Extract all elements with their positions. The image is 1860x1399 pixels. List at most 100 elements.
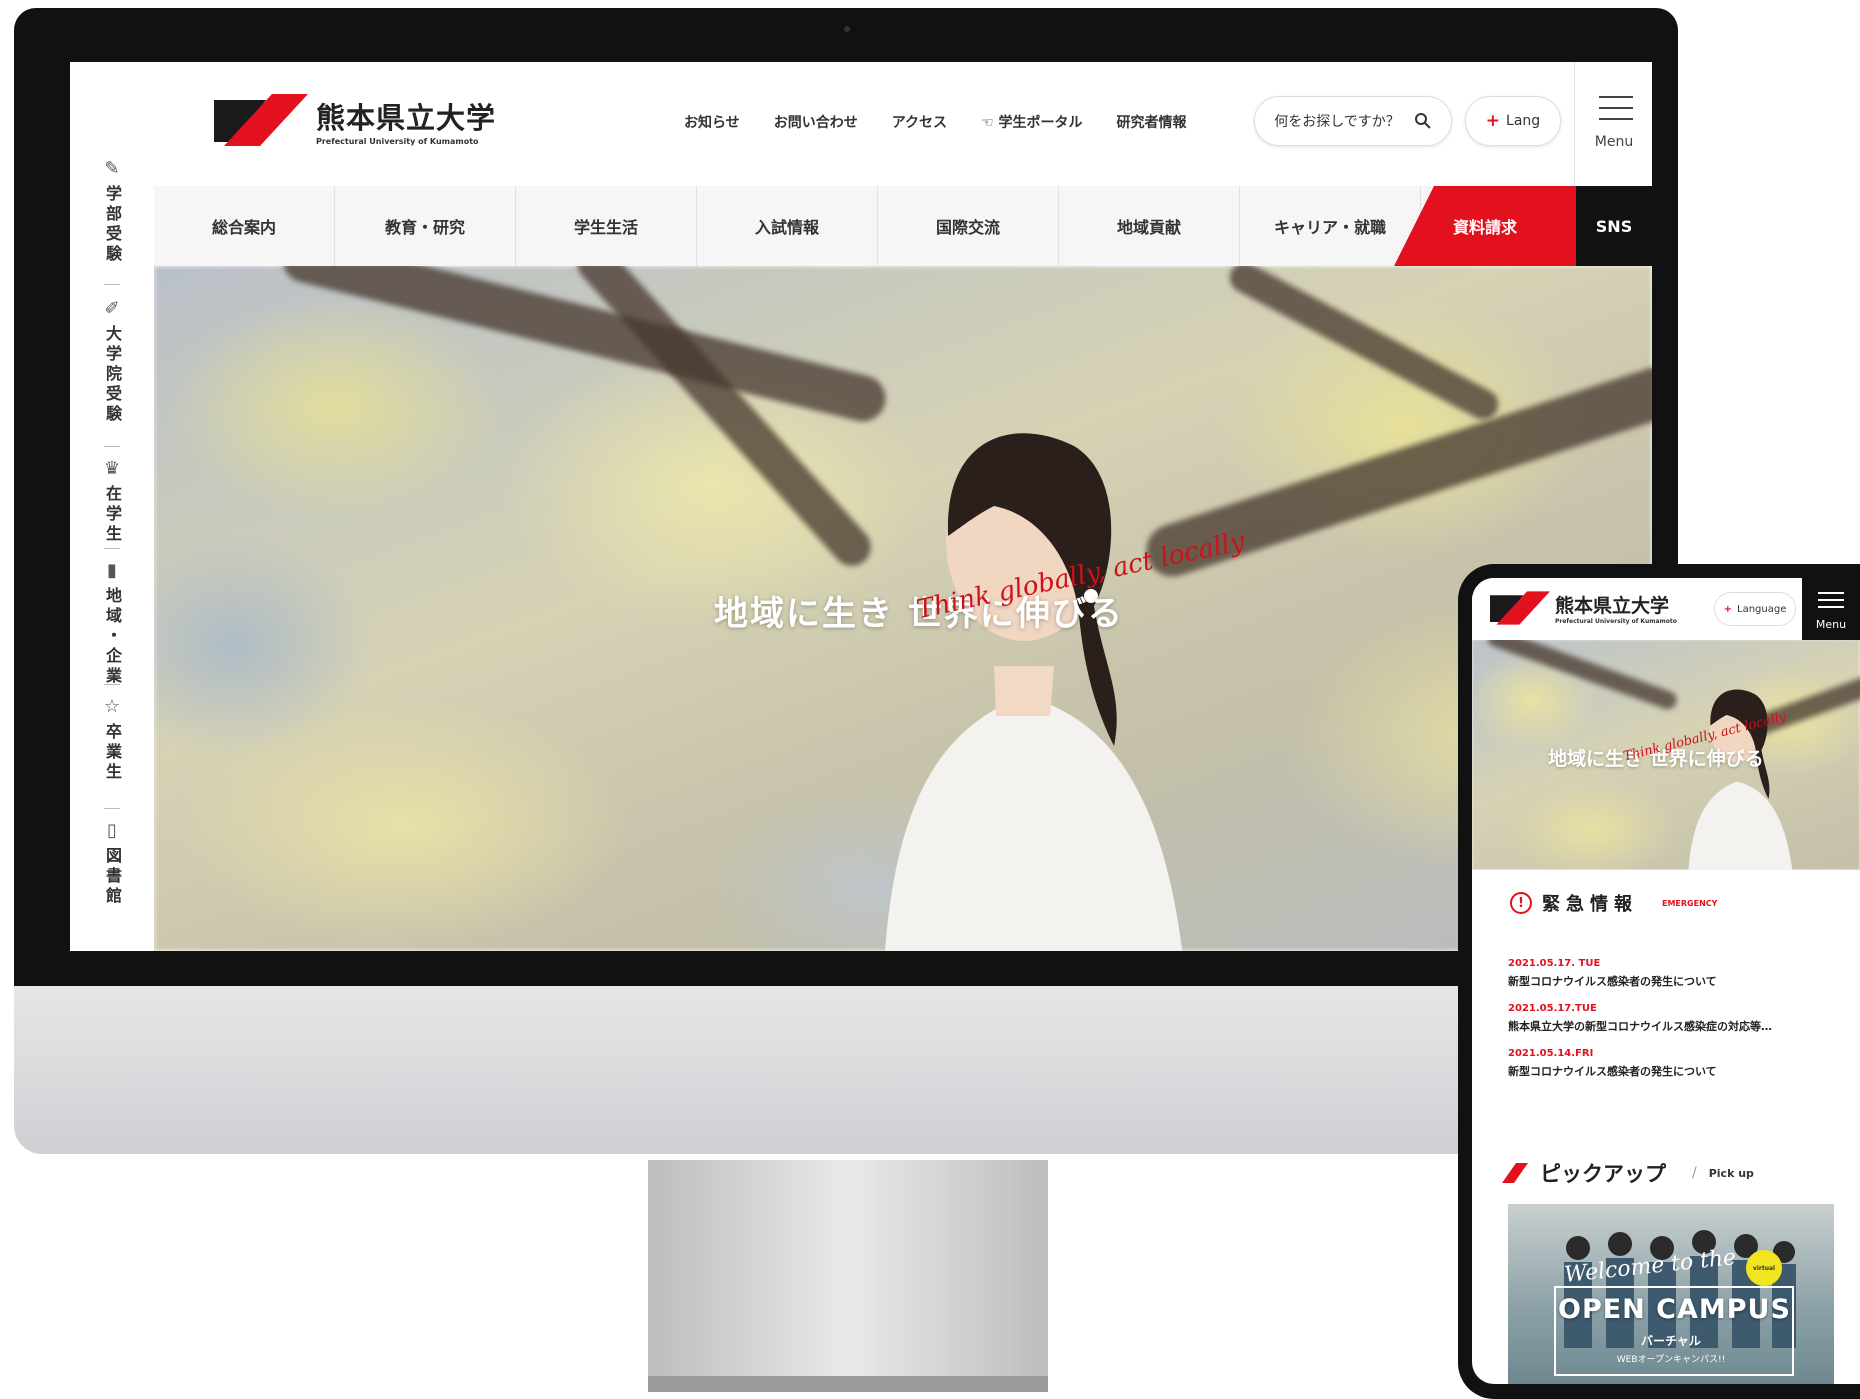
side-link-label: 図書館	[103, 847, 122, 907]
news-date: 2021.05.17.TUE	[1508, 1003, 1597, 1014]
logo-text: 熊本県立大学 Prefectural University of Kumamot…	[1555, 591, 1677, 625]
side-link-library[interactable]: ▯ 図書館	[70, 820, 154, 907]
gnav-career[interactable]: キャリア・就職	[1240, 186, 1421, 266]
gnav-about[interactable]: 総合案内	[154, 186, 335, 266]
book-icon: ▯	[107, 820, 117, 841]
logo-mark-icon	[214, 94, 308, 146]
side-link-label: 大学院受験	[103, 325, 122, 425]
search-box[interactable]: 何をお探しですか？	[1254, 96, 1452, 146]
side-link-label: 学部受験	[103, 185, 122, 265]
desktop-device: ✎ 学部受験 ✐ 大学院受験 ♛ 在学生 ▮ 地域・企業 ☆ 卒業生 ▯ 図書館…	[14, 8, 1678, 1158]
monitor-chin	[14, 986, 1678, 1154]
banner-title: OPEN CAMPUS	[1558, 1294, 1791, 1325]
news-date: 2021.05.14.FRI	[1508, 1048, 1594, 1059]
side-link-label: 在学生	[103, 485, 122, 545]
side-link-label: 地域・企業	[103, 587, 122, 687]
side-link-label: 卒業生	[103, 723, 122, 783]
building-icon: ▮	[107, 560, 117, 581]
emergency-title: 緊急情報	[1542, 894, 1638, 915]
logo-text: 熊本県立大学 Prefectural University of Kumamot…	[316, 95, 496, 146]
nav-student-portal-label: 学生ポータル	[998, 115, 1083, 131]
request-materials-button[interactable]: 資料請求	[1394, 186, 1576, 266]
mortarboard-icon: ♛	[103, 458, 121, 479]
divider	[104, 548, 120, 549]
hamburger-icon	[1818, 592, 1844, 613]
news-item[interactable]: 2021.05.14.FRI 新型コロナウイルス感染者の発生について	[1508, 1048, 1848, 1079]
news-item[interactable]: 2021.05.17. TUE 新型コロナウイルス感染者の発生について	[1508, 958, 1848, 989]
mobile-device: 熊本県立大学 Prefectural University of Kumamot…	[1458, 564, 1860, 1399]
side-link-community[interactable]: ▮ 地域・企業	[70, 560, 154, 687]
pen-icon: ✐	[104, 298, 120, 319]
pickup-slash-icon	[1502, 1163, 1528, 1183]
news-title: 新型コロナウイルス感染者の発生について	[1508, 1065, 1717, 1078]
logo-mark-icon	[1490, 591, 1550, 625]
divider	[104, 808, 120, 809]
student-photo	[885, 433, 1183, 951]
pencil-icon: ✎	[104, 158, 120, 179]
pickup-title: ピックアップ	[1540, 1162, 1666, 1186]
mobile-hero: 地域に生き 世界に伸びる Think globally, act locally	[1472, 640, 1860, 870]
divider	[104, 684, 120, 685]
news-title: 熊本県立大学の新型コロナウイルス感染症の対応等…	[1508, 1020, 1772, 1033]
gnav-community[interactable]: 地域貢献	[1059, 186, 1240, 266]
mobile-language-button[interactable]: + Language	[1714, 592, 1796, 626]
divider	[104, 446, 120, 447]
utility-nav: お知らせ お問い合わせ アクセス ☜ 学生ポータル 研究者情報	[684, 112, 1186, 132]
gnav-admissions[interactable]: 入試情報	[697, 186, 878, 266]
mobile-menu-button[interactable]: Menu	[1802, 578, 1860, 640]
banner-subtitle-2: WEBオープンキャンパス!!	[1616, 1355, 1726, 1365]
nav-researcher[interactable]: 研究者情報	[1116, 112, 1186, 132]
search-placeholder: 何をお探しですか？	[1274, 114, 1400, 130]
side-link-bar: ✎ 学部受験 ✐ 大学院受験 ♛ 在学生 ▮ 地域・企業 ☆ 卒業生 ▯ 図書館	[70, 62, 155, 951]
logo-name-en: Prefectural University of Kumamoto	[1555, 618, 1677, 625]
language-label: Lang	[1506, 113, 1541, 129]
menu-label: Menu	[1815, 618, 1847, 631]
gnav-international[interactable]: 国際交流	[878, 186, 1059, 266]
divider	[104, 284, 120, 285]
university-logo[interactable]: 熊本県立大学 Prefectural University of Kumamot…	[214, 92, 496, 148]
nav-student-portal[interactable]: ☜ 学生ポータル	[981, 112, 1082, 132]
hero-visual: 地域に生き 世界に伸びる Think globally, act locally	[154, 266, 1652, 951]
mobile-logo[interactable]: 熊本県立大学 Prefectural University of Kumamot…	[1490, 590, 1677, 626]
open-campus-banner[interactable]: Welcome to the virtual OPEN CAMPUS バーチャル…	[1508, 1204, 1834, 1384]
virtual-badge: virtual	[1746, 1250, 1782, 1286]
nav-contact[interactable]: お問い合わせ	[774, 112, 858, 132]
gnav-campus-life[interactable]: 学生生活	[516, 186, 697, 266]
news-item[interactable]: 2021.05.17.TUE 熊本県立大学の新型コロナウイルス感染症の対応等…	[1508, 1003, 1848, 1034]
emergency-en-label: EMERGENCY	[1662, 898, 1718, 908]
side-link-graduate[interactable]: ✐ 大学院受験	[70, 298, 154, 425]
side-link-students[interactable]: ♛ 在学生	[70, 458, 154, 545]
language-label: Language	[1737, 603, 1787, 615]
plus-icon: +	[1723, 603, 1733, 615]
language-button[interactable]: + Lang	[1465, 96, 1561, 146]
emergency-panel: ! 緊急情報 EMERGENCY 2021.05.17. TUE 新型コロナウイ…	[1494, 870, 1860, 1130]
monitor-stand	[648, 1160, 1048, 1382]
sns-button[interactable]: SNS	[1576, 186, 1652, 266]
banner-subtitle: バーチャル	[1641, 1334, 1701, 1348]
monitor-stand-base	[648, 1376, 1048, 1392]
hamburger-icon	[1599, 96, 1633, 129]
site-header: 熊本県立大学 Prefectural University of Kumamot…	[154, 62, 1652, 187]
news-date: 2021.05.17. TUE	[1508, 958, 1601, 969]
mobile-header: 熊本県立大学 Prefectural University of Kumamot…	[1472, 578, 1860, 641]
side-link-alumni[interactable]: ☆ 卒業生	[70, 696, 154, 783]
search-icon	[1414, 113, 1431, 129]
star-icon: ☆	[103, 696, 121, 717]
camera-dot	[844, 26, 850, 32]
emergency-news-list: 2021.05.17. TUE 新型コロナウイルス感染者の発生について 2021…	[1508, 958, 1848, 1093]
logo-name-en: Prefectural University of Kumamoto	[316, 136, 479, 146]
nav-access[interactable]: アクセス	[892, 112, 947, 132]
plus-icon: +	[1485, 111, 1501, 131]
alert-icon: !	[1510, 892, 1532, 914]
side-link-undergrad[interactable]: ✎ 学部受験	[70, 158, 154, 265]
gnav-education[interactable]: 教育・研究	[335, 186, 516, 266]
menu-button[interactable]: Menu	[1574, 62, 1652, 186]
logo-name-jp: 熊本県立大学	[316, 100, 497, 135]
logo-name-jp: 熊本県立大学	[1555, 595, 1670, 617]
global-nav: 総合案内 教育・研究 学生生活 入試情報 国際交流 地域貢献 キャリア・就職 資…	[154, 186, 1652, 266]
mobile-screen: 熊本県立大学 Prefectural University of Kumamot…	[1472, 578, 1860, 1384]
emergency-heading: ! 緊急情報 EMERGENCY	[1510, 890, 1717, 916]
pickup-en-label: Pick up	[1708, 1166, 1754, 1180]
portal-icon: ☜	[981, 115, 999, 131]
nav-news[interactable]: お知らせ	[684, 112, 740, 132]
